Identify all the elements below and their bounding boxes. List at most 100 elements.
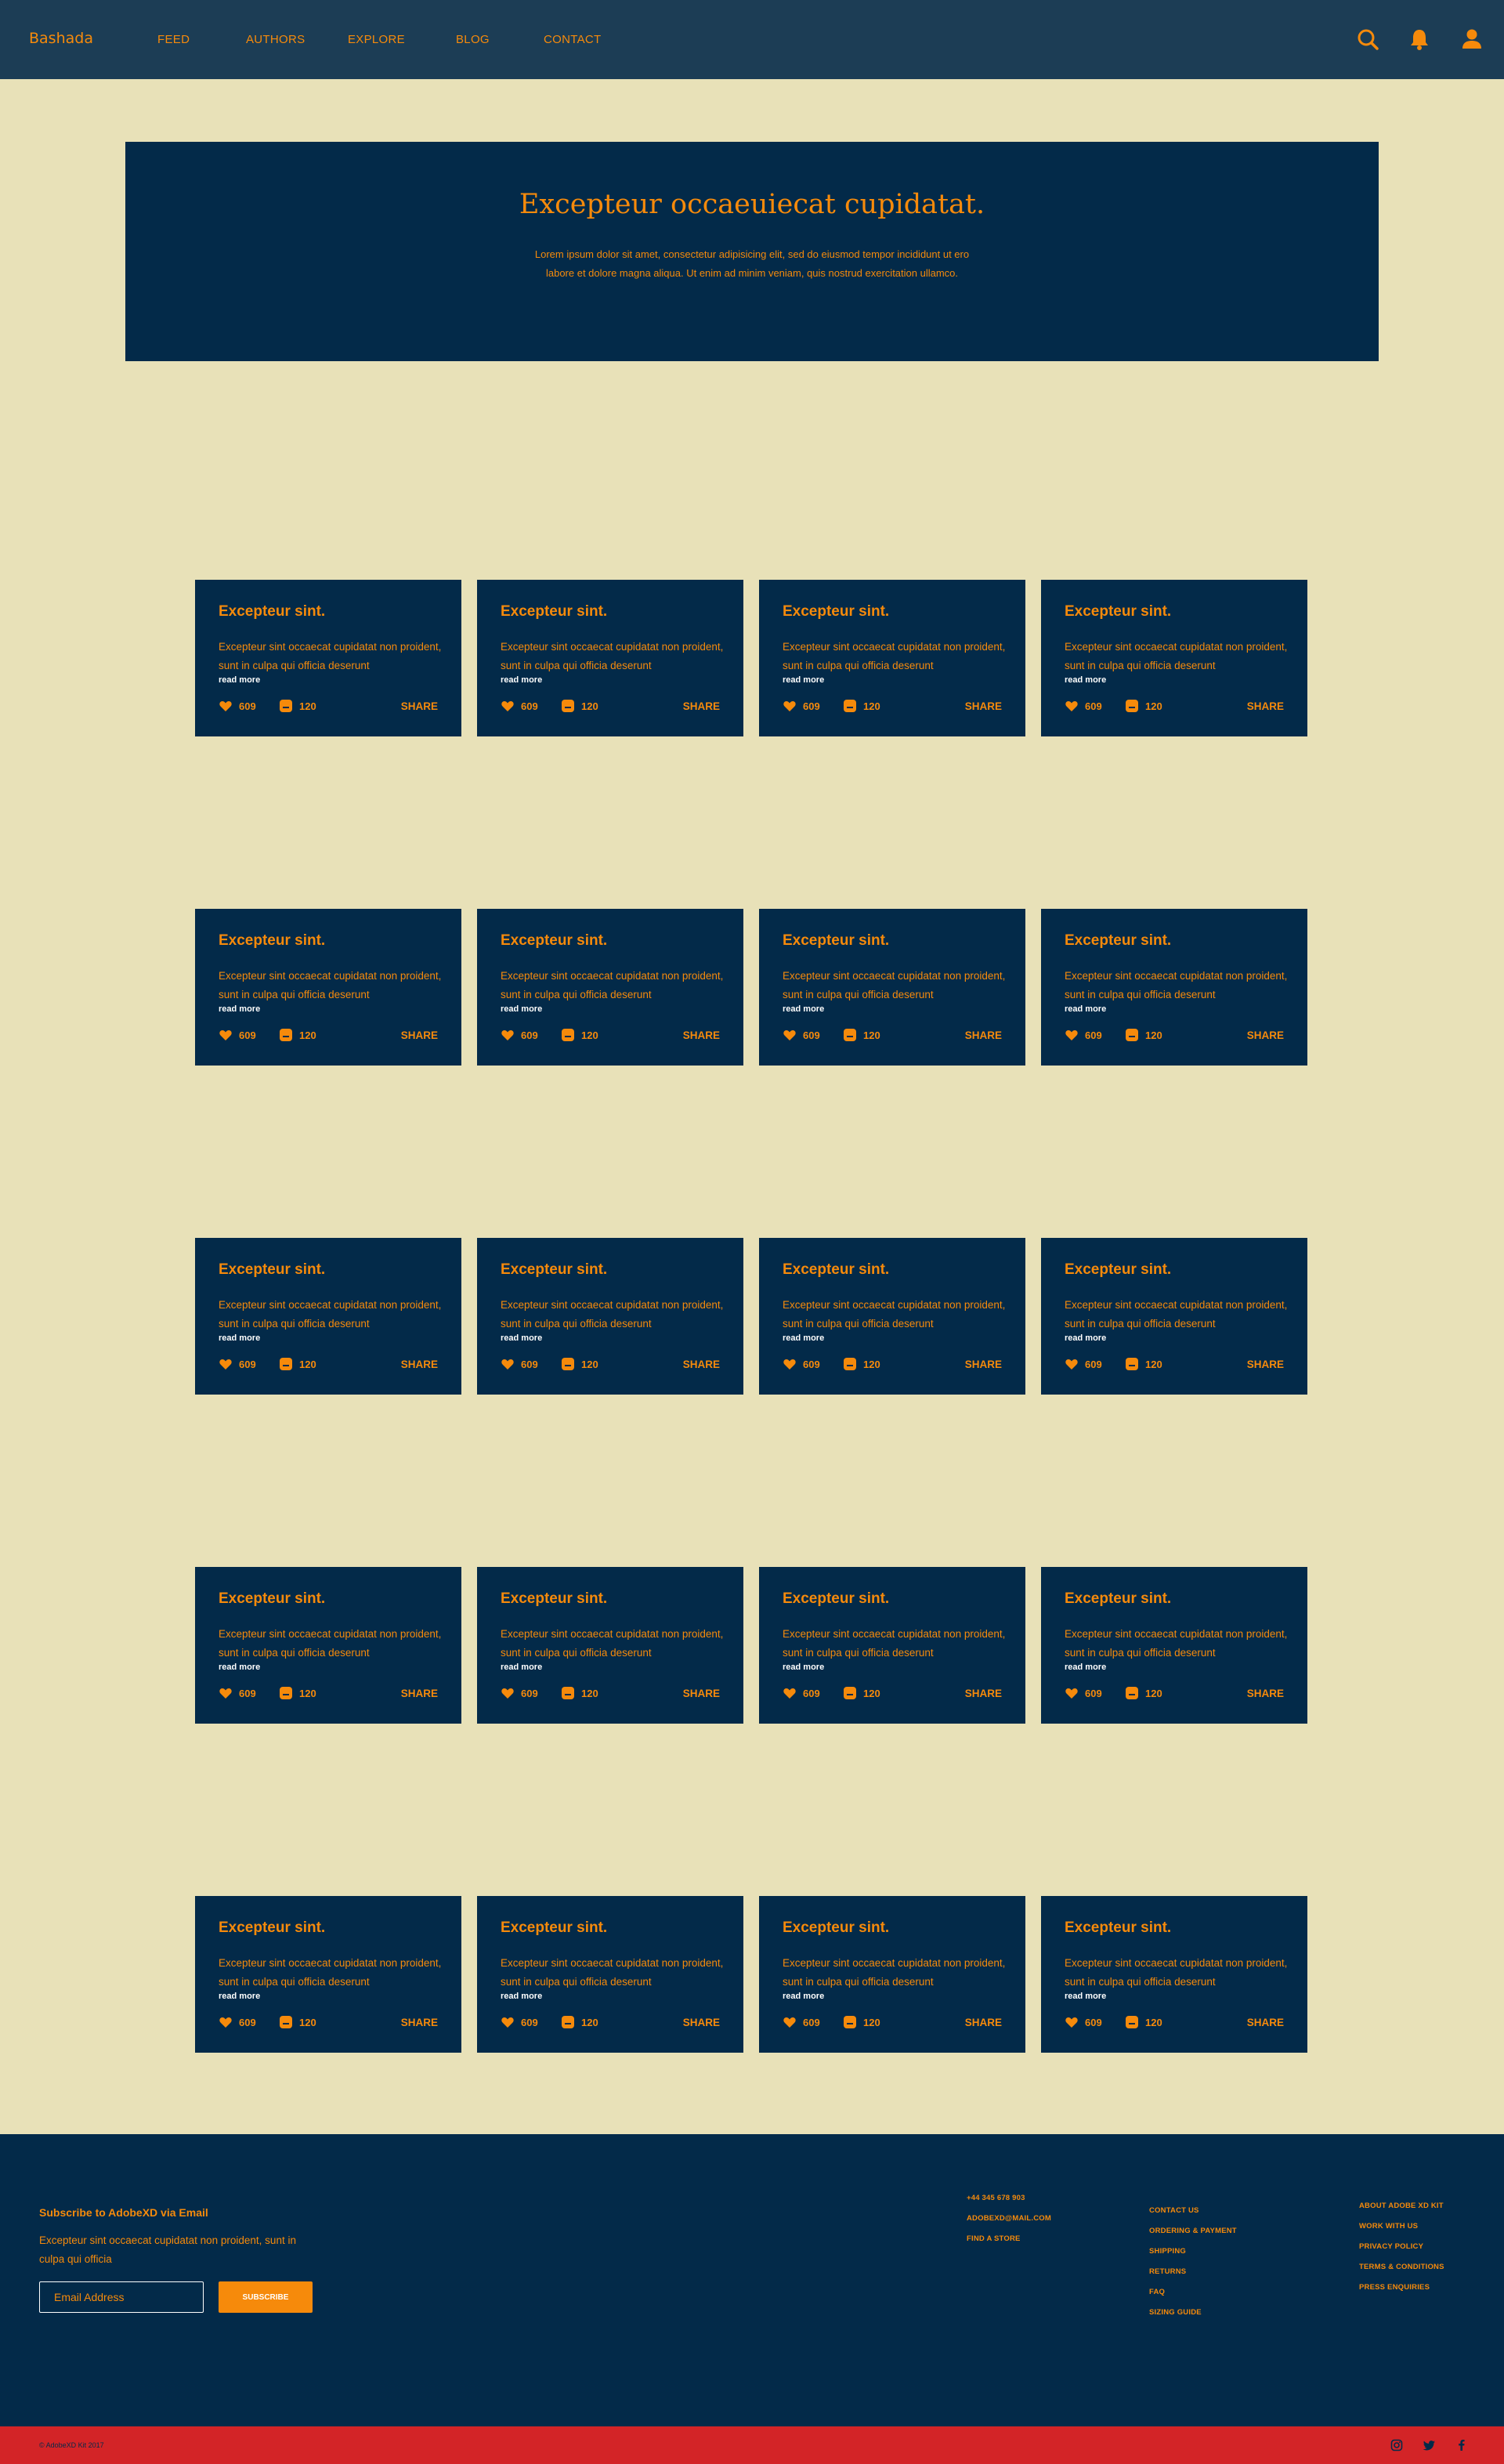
likes-count: 609 [1085,1359,1102,1370]
share-button[interactable]: SHARE [401,1029,438,1041]
share-button[interactable]: SHARE [401,2017,438,2028]
post-card[interactable]: Excepteur sint. Excepteur sint occaecat … [759,580,1025,736]
email-input[interactable] [39,2281,204,2313]
subscribe-text: Excepteur sint occaecat cupidatat non pr… [39,2234,296,2265]
read-more-link[interactable]: read more [501,675,542,685]
share-button[interactable]: SHARE [683,1359,720,1370]
footer-email[interactable]: ADOBEXD@MAIL.COM [967,2214,1051,2223]
read-more-link[interactable]: read more [783,675,824,685]
heart-icon [501,2017,514,2028]
read-more-link[interactable]: read more [1065,1333,1106,1343]
share-button[interactable]: SHARE [683,700,720,712]
read-more-link[interactable]: read more [219,675,260,685]
share-button[interactable]: SHARE [1247,2017,1284,2028]
footer-shipping[interactable]: SHIPPING [1149,2247,1186,2256]
heart-icon [1065,1359,1078,1369]
read-more-link[interactable]: read more [501,1663,542,1672]
share-button[interactable]: SHARE [1247,1688,1284,1699]
footer-ordering[interactable]: ORDERING & PAYMENT [1149,2227,1237,2235]
footer-terms[interactable]: TERMS & CONDITIONS [1359,2263,1444,2271]
footer-work[interactable]: WORK WITH US [1359,2222,1418,2231]
post-card[interactable]: Excepteur sint. Excepteur sint occaecat … [195,580,461,736]
search-icon[interactable] [1354,26,1381,52]
read-more-link[interactable]: read more [219,1004,260,1014]
read-more-link[interactable]: read more [501,1333,542,1343]
read-more-link[interactable]: read more [783,1663,824,1672]
nav-link-authors[interactable]: AUTHORS [246,33,305,46]
post-card[interactable]: Excepteur sint. Excepteur sint occaecat … [759,1896,1025,2053]
post-card[interactable]: Excepteur sint. Excepteur sint occaecat … [1041,909,1307,1066]
heart-icon [501,1029,514,1040]
brand-logo[interactable]: Bashada [29,30,93,47]
footer-press[interactable]: PRESS ENQUIRIES [1359,2283,1430,2292]
share-button[interactable]: SHARE [683,2017,720,2028]
post-card[interactable]: Excepteur sint. Excepteur sint occaecat … [759,1238,1025,1395]
share-button[interactable]: SHARE [683,1688,720,1699]
card-text: Excepteur sint occaecat cupidatat non pr… [501,1299,724,1330]
card-text: Excepteur sint occaecat cupidatat non pr… [219,1628,442,1659]
share-button[interactable]: SHARE [965,700,1002,712]
share-button[interactable]: SHARE [401,1359,438,1370]
instagram-icon[interactable] [1390,2438,1404,2452]
footer-contact-us[interactable]: CONTACT US [1149,2206,1199,2215]
card-text: Excepteur sint occaecat cupidatat non pr… [1065,1628,1288,1659]
nav-link-contact[interactable]: CONTACT [544,33,601,46]
footer-faq[interactable]: FAQ [1149,2288,1165,2296]
read-more-link[interactable]: read more [501,1004,542,1014]
post-card[interactable]: Excepteur sint. Excepteur sint occaecat … [195,909,461,1066]
footer-privacy[interactable]: PRIVACY POLICY [1359,2242,1423,2251]
read-more-link[interactable]: read more [1065,1992,1106,2001]
post-card[interactable]: Excepteur sint. Excepteur sint occaecat … [1041,1896,1307,2053]
footer-sizing[interactable]: SIZING GUIDE [1149,2308,1202,2317]
read-more-link[interactable]: read more [1065,675,1106,685]
card-title: Excepteur sint. [501,1261,608,1278]
post-card[interactable]: Excepteur sint. Excepteur sint occaecat … [1041,580,1307,736]
read-more-link[interactable]: read more [783,1004,824,1014]
nav-link-explore[interactable]: EXPLORE [348,33,405,46]
card-title: Excepteur sint. [783,932,890,949]
share-button[interactable]: SHARE [965,2017,1002,2028]
share-button[interactable]: SHARE [1247,700,1284,712]
post-card[interactable]: Excepteur sint. Excepteur sint occaecat … [1041,1238,1307,1395]
nav-link-feed[interactable]: FEED [157,33,190,46]
footer-about[interactable]: ABOUT ADOBE XD KIT [1359,2202,1444,2210]
post-card[interactable]: Excepteur sint. Excepteur sint occaecat … [477,580,743,736]
footer-returns[interactable]: RETURNS [1149,2267,1186,2276]
nav-link-blog[interactable]: BLOG [456,33,490,46]
subscribe-button[interactable]: SUBSCRIBE [219,2281,313,2313]
post-card[interactable]: Excepteur sint. Excepteur sint occaecat … [477,909,743,1066]
share-button[interactable]: SHARE [683,1029,720,1041]
share-button[interactable]: SHARE [1247,1029,1284,1041]
read-more-link[interactable]: read more [219,1333,260,1343]
post-card[interactable]: Excepteur sint. Excepteur sint occaecat … [477,1567,743,1724]
read-more-link[interactable]: read more [1065,1004,1106,1014]
share-button[interactable]: SHARE [965,1359,1002,1370]
share-button[interactable]: SHARE [401,700,438,712]
post-card[interactable]: Excepteur sint. Excepteur sint occaecat … [195,1567,461,1724]
footer-find-store[interactable]: FIND A STORE [967,2234,1021,2243]
post-card[interactable]: Excepteur sint. Excepteur sint occaecat … [1041,1567,1307,1724]
share-button[interactable]: SHARE [965,1688,1002,1699]
post-card[interactable]: Excepteur sint. Excepteur sint occaecat … [477,1896,743,2053]
share-button[interactable]: SHARE [965,1029,1002,1041]
read-more-link[interactable]: read more [783,1333,824,1343]
likes-count: 609 [1085,1029,1102,1041]
post-card[interactable]: Excepteur sint. Excepteur sint occaecat … [195,1896,461,2053]
comment-icon [562,1687,574,1699]
read-more-link[interactable]: read more [219,1663,260,1672]
post-card[interactable]: Excepteur sint. Excepteur sint occaecat … [759,1567,1025,1724]
post-card[interactable]: Excepteur sint. Excepteur sint occaecat … [759,909,1025,1066]
read-more-link[interactable]: read more [783,1992,824,2001]
share-button[interactable]: SHARE [401,1688,438,1699]
share-button[interactable]: SHARE [1247,1359,1284,1370]
footer-phone[interactable]: +44 345 678 903 [967,2194,1025,2202]
user-icon[interactable] [1459,26,1485,52]
read-more-link[interactable]: read more [219,1992,260,2001]
post-card[interactable]: Excepteur sint. Excepteur sint occaecat … [195,1238,461,1395]
bell-icon[interactable] [1406,26,1433,52]
twitter-icon[interactable] [1423,2438,1437,2452]
read-more-link[interactable]: read more [501,1992,542,2001]
post-card[interactable]: Excepteur sint. Excepteur sint occaecat … [477,1238,743,1395]
read-more-link[interactable]: read more [1065,1663,1106,1672]
facebook-icon[interactable] [1455,2438,1469,2452]
